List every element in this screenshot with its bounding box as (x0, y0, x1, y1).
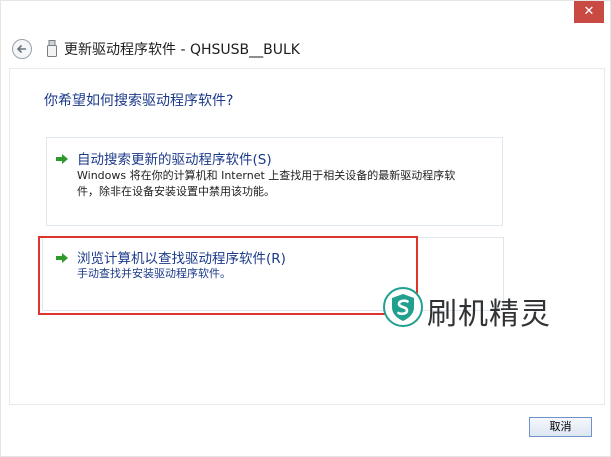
auto-search-desc-line1: Windows 将在你的计算机和 Internet 上查找用于相关设备的最新驱动… (77, 169, 456, 182)
shield-s-icon (383, 287, 423, 327)
close-icon: ✕ (583, 4, 595, 19)
auto-search-desc-line2: 件，除非在设备安装设置中禁用该功能。 (77, 185, 275, 198)
watermark: 刷机精灵 (383, 287, 573, 332)
back-arrow-icon (16, 44, 26, 54)
usb-device-icon (47, 40, 57, 57)
cancel-button[interactable]: 取消 (529, 417, 592, 437)
watermark-text: 刷机精灵 (427, 297, 551, 332)
back-button[interactable] (12, 39, 32, 59)
page-heading: 你希望如何搜索驱动程序软件? (44, 93, 234, 109)
dialog-title: 更新驱动程序软件 - QHSUSB__BULK (64, 42, 300, 58)
green-arrow-icon (56, 154, 68, 164)
highlight-annotation-box (38, 236, 418, 315)
update-driver-dialog: ✕ 更新驱动程序软件 - QHSUSB__BULK 你希望如何搜索驱动程序软件?… (0, 0, 611, 457)
auto-search-option[interactable]: 自动搜索更新的驱动程序软件(S) Windows 将在你的计算机和 Intern… (46, 137, 503, 226)
close-button[interactable]: ✕ (574, 1, 604, 23)
auto-search-title: 自动搜索更新的驱动程序软件(S) (77, 152, 272, 168)
